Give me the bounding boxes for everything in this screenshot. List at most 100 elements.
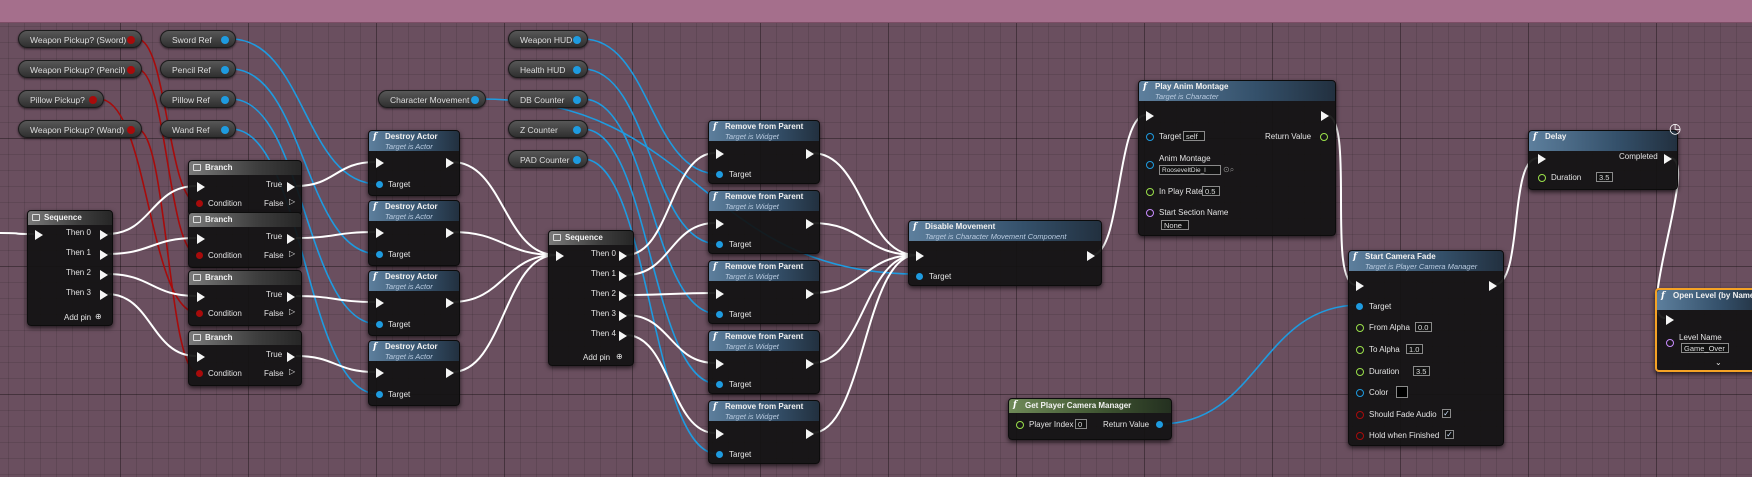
target-input-pin[interactable]: [716, 241, 723, 248]
variable-getter-v8[interactable]: Wand Ref: [160, 120, 236, 138]
in-play-rate-value[interactable]: 0.5: [1202, 186, 1220, 196]
anim-montage-dropdown[interactable]: RooseveltDie_l: [1159, 165, 1221, 175]
destroy-actor-node-4[interactable]: f Destroy Actor Target is Actor Target: [368, 340, 460, 406]
remove-from-parent-node-1[interactable]: f Remove from Parent Target is Widget Targe…: [708, 120, 820, 184]
target-input-pin[interactable]: [1356, 303, 1363, 310]
exec-output-pin[interactable]: [446, 228, 454, 238]
duration-value[interactable]: 3.5: [1596, 172, 1613, 182]
exec-input-pin[interactable]: [197, 292, 205, 302]
variable-getter-v3[interactable]: Pillow Pickup?: [18, 90, 104, 108]
variable-output-pin[interactable]: [221, 36, 229, 44]
exec-output-pin[interactable]: [806, 289, 814, 299]
remove-from-parent-node-5[interactable]: f Remove from Parent Target is Widget Targe…: [708, 400, 820, 464]
exec-input-pin[interactable]: [716, 219, 724, 229]
exec-output-pin[interactable]: [1664, 154, 1672, 164]
exec-input-pin[interactable]: [376, 298, 384, 308]
variable-output-pin[interactable]: [573, 66, 581, 74]
false-exec-pin[interactable]: ▷: [289, 249, 295, 258]
level-name-pin[interactable]: [1666, 339, 1674, 347]
variable-getter-v1[interactable]: Weapon Pickup? (Sword): [18, 30, 142, 48]
false-exec-pin[interactable]: ▷: [289, 307, 295, 316]
exec-output-pin[interactable]: [1489, 281, 1497, 291]
get-player-camera-manager-node[interactable]: f Get Player Camera Manager Player Index 0 R…: [1008, 398, 1172, 440]
variable-output-pin[interactable]: [471, 96, 479, 104]
exec-output-pin[interactable]: [100, 230, 108, 240]
sequence-node-1[interactable]: Sequence Then 0 Then 1 Then 2 Then 3 Add pin ⊕: [27, 210, 113, 326]
target-input-pin[interactable]: [376, 181, 383, 188]
target-input-pin[interactable]: [916, 273, 923, 280]
condition-input-pin[interactable]: [196, 310, 203, 317]
variable-getter-v2[interactable]: Weapon Pickup? (Pencil): [18, 60, 142, 78]
condition-input-pin[interactable]: [196, 252, 203, 259]
exec-output-pin[interactable]: [619, 251, 627, 261]
branch-node-2[interactable]: Branch Condition True False ▷: [188, 212, 302, 268]
browse-asset-icon[interactable]: ⊙⌕: [1223, 165, 1234, 175]
target-input-pin[interactable]: [716, 381, 723, 388]
variable-output-pin[interactable]: [221, 66, 229, 74]
variable-getter-v4[interactable]: Weapon Pickup? (Wand): [18, 120, 142, 138]
exec-output-pin[interactable]: [619, 271, 627, 281]
condition-input-pin[interactable]: [196, 200, 203, 207]
exec-output-pin[interactable]: [619, 291, 627, 301]
variable-output-pin[interactable]: [221, 96, 229, 104]
start-camera-fade-node[interactable]: f Start Camera Fade Target is Player Camer…: [1348, 250, 1504, 446]
branch-node-1[interactable]: Branch Condition True False ▷: [188, 160, 302, 216]
exec-output-pin[interactable]: [100, 250, 108, 260]
exec-input-pin[interactable]: [716, 289, 724, 299]
exec-input-pin[interactable]: [1666, 315, 1674, 325]
player-index-pin[interactable]: [1016, 421, 1024, 429]
exec-input-pin[interactable]: [1146, 111, 1154, 121]
from-alpha-pin[interactable]: [1356, 324, 1364, 332]
exec-output-pin[interactable]: [446, 368, 454, 378]
exec-input-pin[interactable]: [376, 368, 384, 378]
variable-output-pin[interactable]: [127, 66, 135, 74]
destroy-actor-node-2[interactable]: f Destroy Actor Target is Actor Target: [368, 200, 460, 266]
return-value-pin[interactable]: [1320, 133, 1328, 141]
hold-pin[interactable]: [1356, 432, 1364, 440]
exec-output-pin[interactable]: [446, 298, 454, 308]
remove-from-parent-node-2[interactable]: f Remove from Parent Target is Widget Targe…: [708, 190, 820, 254]
false-exec-pin[interactable]: ▷: [289, 197, 295, 206]
exec-input-pin[interactable]: [197, 352, 205, 362]
exec-output-pin[interactable]: [806, 149, 814, 159]
remove-from-parent-node-4[interactable]: f Remove from Parent Target is Widget Targe…: [708, 330, 820, 394]
to-alpha-pin[interactable]: [1356, 346, 1364, 354]
variable-output-pin[interactable]: [573, 36, 581, 44]
exec-input-pin[interactable]: [716, 359, 724, 369]
variable-getter-v13[interactable]: Z Counter: [508, 120, 588, 138]
variable-getter-v12[interactable]: DB Counter: [508, 90, 588, 108]
exec-output-pin[interactable]: [287, 352, 295, 362]
variable-getter-v11[interactable]: Health HUD: [508, 60, 588, 78]
color-pin[interactable]: [1356, 389, 1364, 397]
exec-output-pin[interactable]: [1087, 251, 1095, 261]
fade-audio-checkbox[interactable]: ✓: [1442, 409, 1451, 418]
variable-output-pin[interactable]: [89, 96, 97, 104]
exec-input-pin[interactable]: [556, 251, 564, 261]
add-pin-icon[interactable]: ⊕: [616, 352, 623, 361]
exec-output-pin[interactable]: [1321, 111, 1329, 121]
exec-output-pin[interactable]: [806, 219, 814, 229]
false-exec-pin[interactable]: ▷: [289, 367, 295, 376]
duration-pin[interactable]: [1356, 368, 1364, 376]
exec-output-pin[interactable]: [806, 429, 814, 439]
variable-getter-v6[interactable]: Pencil Ref: [160, 60, 236, 78]
target-input-pin[interactable]: [716, 171, 723, 178]
variable-output-pin[interactable]: [573, 126, 581, 134]
exec-input-pin[interactable]: [376, 158, 384, 168]
target-input-pin[interactable]: [716, 451, 723, 458]
exec-input-pin[interactable]: [35, 230, 43, 240]
exec-output-pin[interactable]: [619, 331, 627, 341]
start-section-pin[interactable]: [1146, 209, 1154, 217]
from-alpha-value[interactable]: 0.0: [1415, 322, 1432, 332]
in-play-rate-pin[interactable]: [1146, 188, 1154, 196]
exec-input-pin[interactable]: [1356, 281, 1364, 291]
exec-output-pin[interactable]: [806, 359, 814, 369]
variable-output-pin[interactable]: [127, 36, 135, 44]
return-value-pin[interactable]: [1156, 421, 1163, 428]
variable-getter-v10[interactable]: Weapon HUD: [508, 30, 588, 48]
target-value[interactable]: self: [1183, 131, 1205, 141]
expand-chevron-icon[interactable]: ⌄: [1715, 358, 1722, 367]
exec-output-pin[interactable]: [446, 158, 454, 168]
blueprint-graph-canvas[interactable]: Weapon Pickup? (Sword) Weapon Pickup? (Pe…: [0, 0, 1752, 477]
play-anim-montage-node[interactable]: f Play Anim Montage Target is Character Tar…: [1138, 80, 1336, 236]
